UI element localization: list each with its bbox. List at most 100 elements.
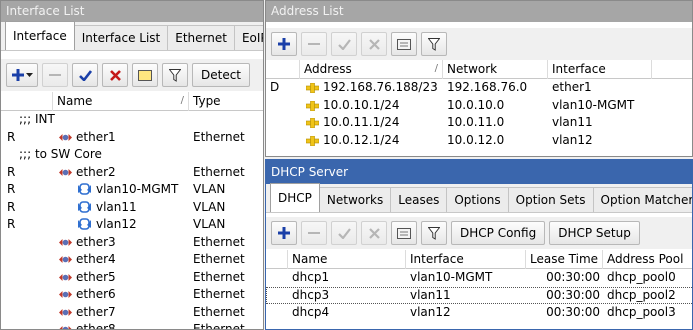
interface-name: vlan10-MGMT (96, 182, 179, 196)
address-column-header[interactable]: Address / (300, 60, 443, 79)
minus-icon (49, 73, 61, 76)
network-column-header[interactable]: Network (443, 60, 548, 79)
interface-cell: ether1 (552, 80, 592, 94)
comment-button[interactable] (391, 32, 417, 56)
plus-icon (278, 38, 290, 50)
address-cell: 10.0.11.1/24 (300, 114, 443, 131)
tab-leases[interactable]: Leases (390, 187, 448, 212)
interface-name: ether4 (76, 252, 116, 266)
interface-column-label: Interface (552, 62, 606, 76)
remove-button[interactable] (42, 63, 68, 87)
table-row[interactable]: 10.0.10.1/24 10.0.10.0 vlan10-MGMT (266, 97, 692, 115)
row-flag (3, 304, 23, 321)
name-column-header[interactable]: Name / (53, 92, 189, 111)
name-column-header[interactable]: Name (288, 250, 406, 269)
network-cell: 10.0.10.0 (447, 97, 505, 112)
comment-button[interactable] (132, 63, 158, 87)
interface-name: ether1 (76, 129, 116, 144)
minus-icon (308, 42, 320, 45)
flag-column-header[interactable] (1, 92, 53, 111)
lease-time-cell: 00:30:00 (546, 270, 600, 284)
interface-column-header[interactable]: Interface (406, 250, 526, 269)
table-row[interactable]: Rvlan11 VLAN (1, 199, 263, 217)
cross-icon (368, 38, 380, 50)
tab-eoip[interactable]: EoIP (233, 25, 263, 50)
table-row[interactable]: ether8 Ethernet (1, 321, 263, 329)
row-flag: D (270, 80, 280, 94)
table-row[interactable]: Rether2 Ethernet (1, 164, 263, 182)
disable-button[interactable] (361, 32, 387, 56)
table-row[interactable]: 10.0.11.1/24 10.0.11.0 vlan11 (266, 114, 692, 132)
comment-row: ;;; to SW Core (1, 146, 263, 164)
filter-button[interactable] (421, 221, 447, 245)
address-value: 10.0.11.1/24 (323, 115, 400, 129)
interface-type-cell: Ethernet (193, 304, 245, 319)
enable-button[interactable] (331, 221, 357, 245)
table-row[interactable]: dhcp1 vlan10-MGMT 00:30:00 dhcp_pool0 (266, 269, 692, 287)
table-row[interactable]: ether3 Ethernet (1, 234, 263, 252)
tab-option-matcher[interactable]: Option Matcher (592, 187, 692, 212)
dhcp-config-button[interactable]: DHCP Config (451, 221, 546, 245)
address-table-header: Address / Network Interface (266, 60, 692, 79)
lease-time-column-header[interactable]: Lease Time (526, 250, 603, 269)
table-row[interactable]: ether5 Ethernet (1, 269, 263, 287)
plus-icon (278, 227, 290, 239)
table-row[interactable]: ether4 Ethernet (1, 251, 263, 269)
dhcp-interface-cell: vlan10-MGMT (410, 270, 493, 284)
row-comment: ;;; INT (19, 112, 55, 126)
interface-name-cell: ether8 (55, 321, 187, 329)
table-row[interactable]: D 192.168.76.188/23 192.168.76.0 ether1 (266, 79, 692, 97)
interface-name-cell: ether4 (55, 251, 187, 268)
address-list-title: Address List (266, 1, 692, 22)
interface-table: Name / Type ;;; INT Rether1 Ethernet;;; to … (1, 92, 263, 329)
add-button[interactable] (271, 32, 297, 56)
comment-button[interactable] (391, 221, 417, 245)
address-pool-cell: dhcp_pool0 (607, 270, 676, 284)
disable-button[interactable] (102, 63, 128, 87)
table-row[interactable]: dhcp3 vlan11 00:30:00 dhcp_pool2 (266, 286, 692, 304)
note-icon (138, 69, 152, 81)
enable-button[interactable] (331, 32, 357, 56)
filter-icon (428, 226, 440, 240)
lease-time-column-label: Lease Time (530, 252, 599, 266)
address-column-label: Address (304, 62, 352, 76)
interface-name: ether5 (76, 269, 116, 284)
note-icon (397, 227, 411, 239)
tab-ethernet[interactable]: Ethernet (167, 25, 235, 50)
table-row[interactable]: 10.0.12.1/24 10.0.12.0 vlan12 (266, 132, 692, 150)
tab-networks[interactable]: Networks (318, 187, 392, 212)
remove-button[interactable] (301, 221, 327, 245)
dhcp-tabs: DHCP Networks Leases Options Option Sets… (266, 183, 692, 213)
address-pool-column-header[interactable]: Address Pool (603, 250, 692, 269)
table-row[interactable]: Rvlan10-MGMT VLAN (1, 181, 263, 199)
enable-button[interactable] (72, 63, 98, 87)
vlan-icon (77, 218, 92, 233)
disable-button[interactable] (361, 221, 387, 245)
type-column-header[interactable]: Type (189, 92, 263, 111)
interface-tabs: Interface Interface List Ethernet EoIP (1, 21, 263, 51)
filter-button[interactable] (162, 63, 188, 87)
tab-options[interactable]: Options (446, 187, 509, 212)
detect-button[interactable]: Detect (192, 63, 251, 87)
table-row[interactable]: ether7 Ethernet (1, 304, 263, 322)
table-row[interactable]: ether6 Ethernet (1, 286, 263, 304)
add-dropdown-button[interactable] (6, 63, 38, 87)
remove-button[interactable] (301, 32, 327, 56)
cross-icon (368, 227, 380, 239)
dhcp-setup-button[interactable]: DHCP Setup (549, 221, 640, 245)
tab-interface-list[interactable]: Interface List (73, 25, 169, 50)
chevron-down-icon (25, 72, 33, 77)
table-row[interactable]: Rether1 Ethernet (1, 129, 263, 147)
tab-option-sets[interactable]: Option Sets (507, 187, 594, 212)
table-row[interactable]: dhcp4 vlan12 00:30:00 dhcp_pool3 (266, 304, 692, 322)
note-icon (397, 38, 411, 50)
interface-type-cell: Ethernet (193, 269, 245, 284)
table-row[interactable]: Rvlan12 VLAN (1, 216, 263, 234)
interface-column-header[interactable]: Interface (548, 60, 652, 79)
flag-column-header[interactable] (266, 60, 300, 79)
tab-dhcp[interactable]: DHCP (270, 183, 320, 212)
flag-column-header[interactable] (266, 250, 288, 269)
add-button[interactable] (271, 221, 297, 245)
tab-interface[interactable]: Interface (5, 21, 75, 50)
filter-button[interactable] (421, 32, 447, 56)
